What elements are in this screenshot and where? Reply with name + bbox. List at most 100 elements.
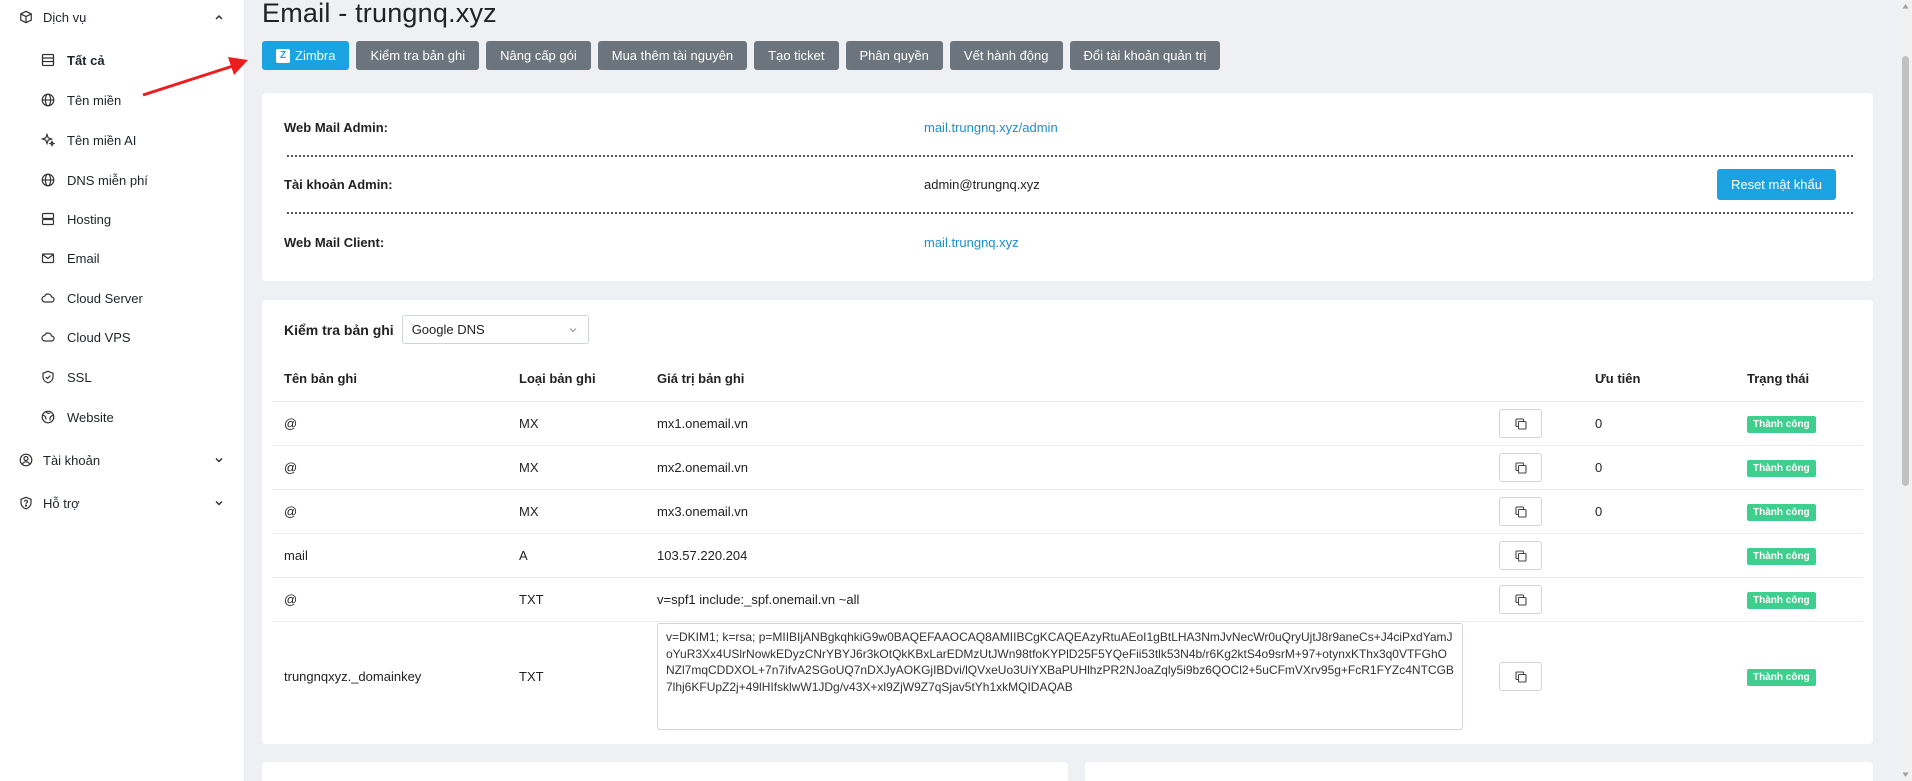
dns-resolver-value: Google DNS: [411, 322, 485, 337]
copy-button[interactable]: [1499, 453, 1542, 482]
user-circle-icon: [18, 452, 34, 468]
table-row: mail A 103.57.220.204 Thành công: [272, 533, 1863, 577]
dns-resolver-select[interactable]: Google DNS: [401, 315, 589, 344]
table-row: trungnqxyz._domainkey TXT v=DKIM1; k=rsa…: [272, 621, 1863, 731]
sidebar-item-ssl[interactable]: SSL: [0, 358, 245, 396]
webmail-client-link[interactable]: mail.trungnq.xyz: [924, 235, 1019, 250]
nav-group-label: Dịch vụ: [43, 9, 87, 25]
change-admin-account-button[interactable]: Đổi tài khoản quản trị: [1069, 41, 1221, 70]
record-name: @: [284, 592, 298, 607]
copy-button[interactable]: [1499, 497, 1542, 526]
sidebar-item-label: Tất cả: [67, 52, 105, 68]
server-icon: [40, 211, 56, 227]
nav-group-support[interactable]: Hỗ trợ: [0, 486, 245, 520]
record-priority: 0: [1595, 504, 1603, 519]
sparkle-icon: [40, 132, 56, 148]
scroll-down-icon[interactable]: [1902, 771, 1909, 778]
dkim-value-textarea[interactable]: v=DKIM1; k=rsa; p=MIIBIjANBgkqhkiG9w0BAQ…: [657, 623, 1463, 730]
sidebar-item-label: Hosting: [67, 211, 112, 227]
toolbar: Z Zimbra Kiểm tra bản ghi Nâng cấp gói M…: [262, 41, 1221, 70]
table-row: @ MX mx2.onemail.vn 0 Thành công: [272, 445, 1863, 489]
sidebar-item-label: Tên miền AI: [67, 132, 137, 148]
status-badge: Thành công: [1747, 415, 1816, 433]
record-value: mx2.onemail.vn: [657, 460, 749, 475]
record-type: TXT: [519, 592, 544, 607]
bottom-left-card: [262, 762, 1068, 781]
divider: [287, 212, 1853, 214]
webmail-admin-link[interactable]: mail.trungnq.xyz/admin: [924, 120, 1058, 135]
status-badge: Thành công: [1747, 591, 1816, 609]
scroll-up-icon[interactable]: [1902, 3, 1909, 10]
record-priority: 0: [1595, 460, 1603, 475]
sidebar-item-hosting[interactable]: Hosting: [0, 200, 245, 238]
zimbra-logo-icon: Z: [276, 48, 290, 63]
sidebar-item-cloud-server[interactable]: Cloud Server: [0, 279, 245, 317]
status-badge: Thành công: [1747, 503, 1816, 521]
record-value: 103.57.220.204: [657, 548, 748, 563]
copy-icon: [1514, 593, 1528, 607]
sidebar-item-website[interactable]: Website: [0, 398, 245, 436]
admin-account-value: admin@trungnq.xyz: [924, 176, 1040, 192]
record-type: MX: [519, 460, 539, 475]
page-title: Email - trungnq.xyz: [262, 0, 497, 28]
nav-group-account[interactable]: Tài khoản: [0, 443, 245, 477]
sidebar-item-free-dns[interactable]: DNS miễn phí: [0, 161, 245, 199]
nav-group-label: Tài khoản: [43, 452, 101, 468]
status-badge: Thành công: [1747, 547, 1816, 565]
zimbra-button[interactable]: Z Zimbra: [262, 41, 350, 70]
table-row: @ MX mx3.onemail.vn 0 Thành công: [272, 489, 1863, 533]
action-log-button[interactable]: Vết hành động: [949, 41, 1063, 70]
copy-button[interactable]: [1499, 662, 1542, 691]
webmail-client-label: Web Mail Client:: [284, 234, 385, 250]
copy-button[interactable]: [1499, 409, 1542, 438]
cloud-icon: [40, 290, 56, 306]
copy-button[interactable]: [1499, 541, 1542, 570]
chevron-down-icon: [567, 324, 579, 336]
record-type: A: [519, 548, 528, 563]
nav-group-label: Hỗ trợ: [43, 495, 80, 511]
chevron-down-icon: [213, 497, 225, 509]
sidebar-item-email[interactable]: Email: [0, 239, 245, 277]
sidebar-item-label: Cloud VPS: [67, 329, 131, 345]
chevron-down-icon: [213, 454, 225, 466]
reset-password-button[interactable]: Reset mật khẩu: [1716, 169, 1836, 200]
record-name: @: [284, 504, 298, 519]
buy-resources-button[interactable]: Mua thêm tài nguyên: [597, 41, 748, 70]
record-type: MX: [519, 416, 539, 431]
dns-records-card: Kiểm tra bản ghi Google DNS Tên bản ghi …: [262, 300, 1873, 744]
sidebar-item-label: Tên miền: [67, 92, 122, 108]
sidebar: Dịch vụ Tất cả Tên miền Tên miền AI DNS …: [0, 0, 245, 781]
record-type: TXT: [519, 669, 544, 684]
page-scrollbar[interactable]: [1899, 0, 1912, 781]
globe-icon: [40, 92, 56, 108]
copy-icon: [1514, 461, 1528, 475]
upgrade-plan-button[interactable]: Nâng cấp gói: [486, 41, 591, 70]
sidebar-item-domain-ai[interactable]: Tên miền AI: [0, 121, 245, 159]
record-name: @: [284, 460, 298, 475]
sidebar-item-label: SSL: [67, 369, 92, 385]
dns-records-table: Tên bản ghi Loại bản ghi Giá trị bản ghi…: [272, 356, 1863, 731]
globe-icon: [40, 172, 56, 188]
dns-check-header: Kiểm tra bản ghi Google DNS: [284, 315, 589, 344]
nav-group-services[interactable]: Dịch vụ: [0, 0, 245, 34]
globe-icon: [40, 409, 56, 425]
sidebar-item-label: Email: [67, 250, 100, 266]
webmail-admin-row: Web Mail Admin: mail.trungnq.xyz/admin: [284, 112, 1854, 142]
create-ticket-button[interactable]: Tạo ticket: [754, 41, 839, 70]
copy-icon: [1514, 417, 1528, 431]
record-name: mail: [284, 548, 308, 563]
permissions-button[interactable]: Phân quyền: [845, 41, 943, 70]
sidebar-item-label: DNS miễn phí: [67, 172, 148, 188]
scrollbar-thumb[interactable]: [1902, 56, 1909, 486]
webmail-client-row: Web Mail Client: mail.trungnq.xyz: [284, 227, 1854, 257]
zimbra-button-label: Zimbra: [295, 48, 336, 63]
column-header-name: Tên bản ghi: [284, 371, 357, 386]
column-header-status: Trạng thái: [1747, 371, 1810, 386]
copy-button[interactable]: [1499, 585, 1542, 614]
sidebar-item-cloud-vps[interactable]: Cloud VPS: [0, 318, 245, 356]
column-header-priority: Ưu tiên: [1595, 371, 1641, 386]
column-header-type: Loại bản ghi: [519, 371, 596, 386]
mail-icon: [40, 250, 56, 266]
check-records-button[interactable]: Kiểm tra bản ghi: [356, 41, 480, 70]
table-header-row: Tên bản ghi Loại bản ghi Giá trị bản ghi…: [272, 356, 1863, 401]
